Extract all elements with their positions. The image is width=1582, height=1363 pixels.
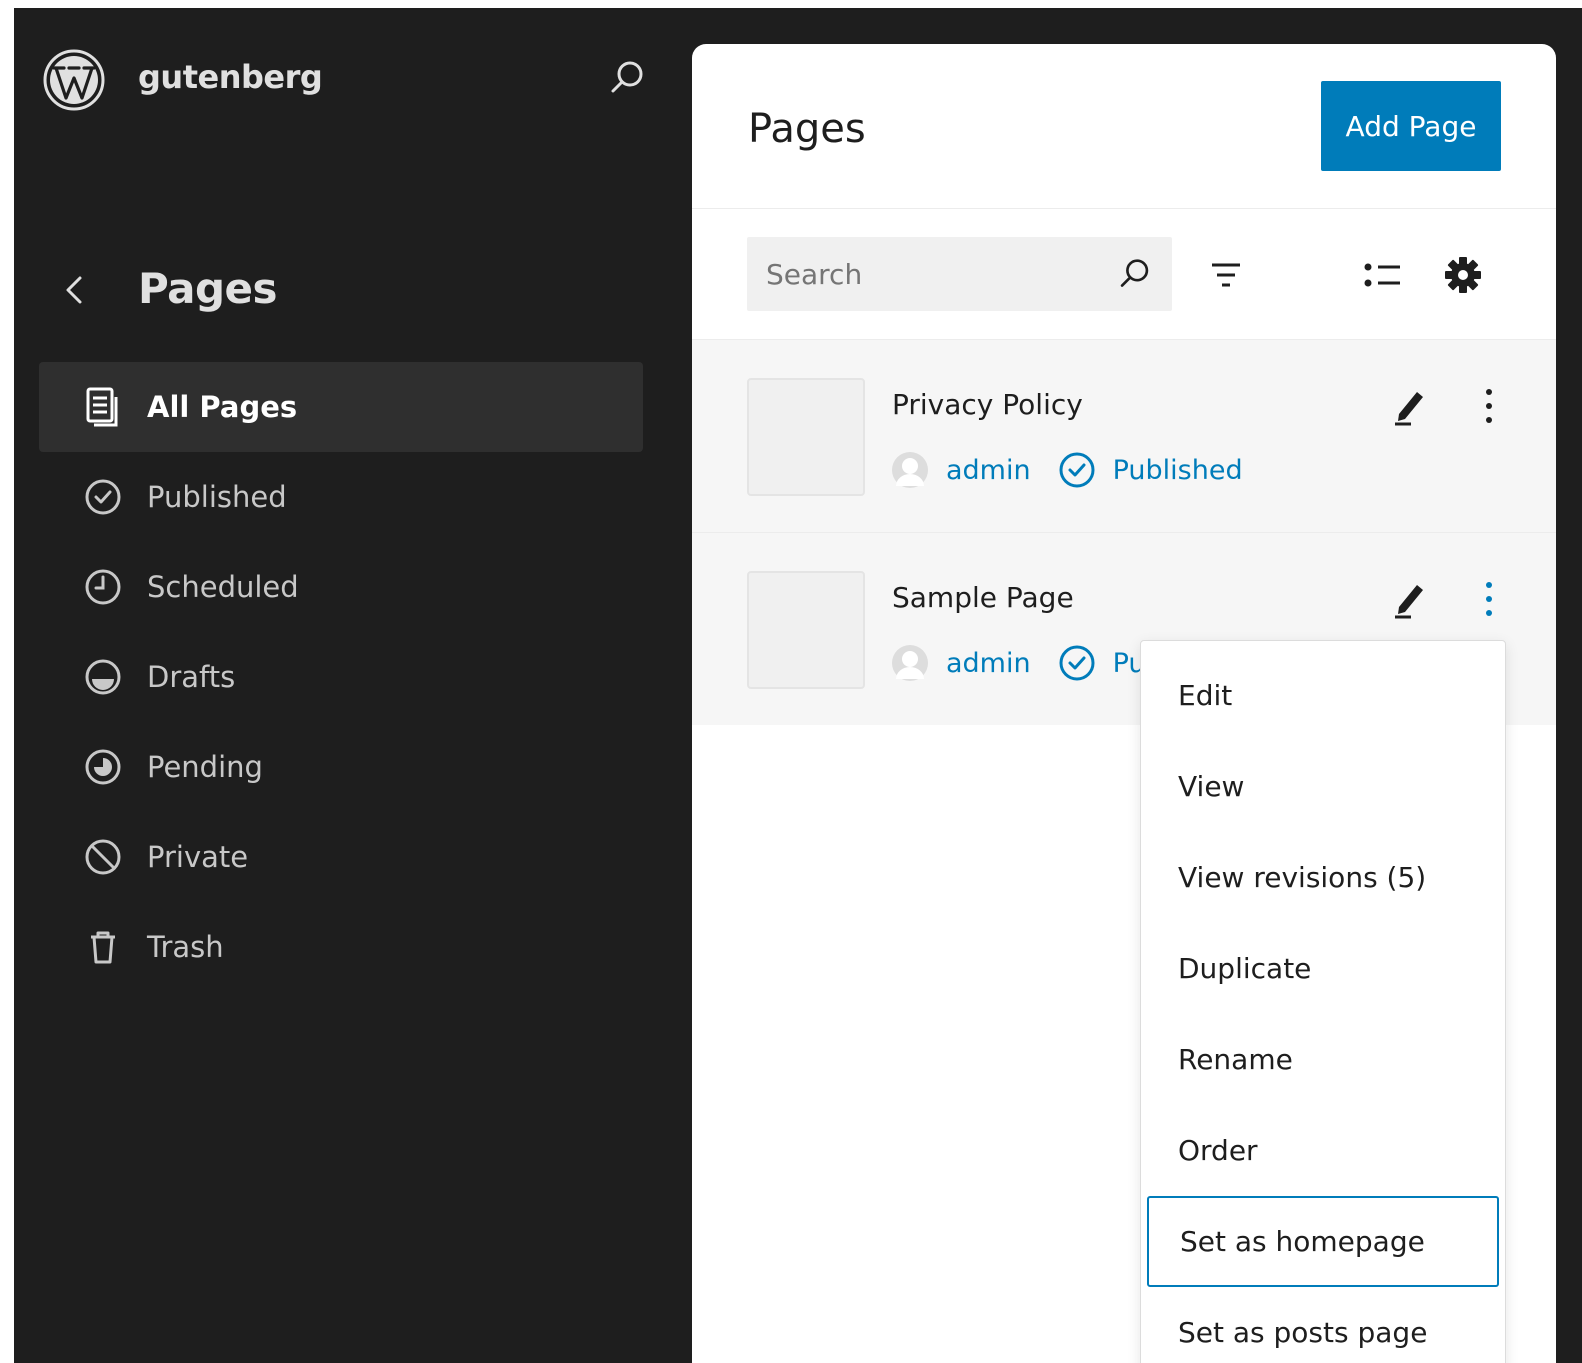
page-thumbnail[interactable] <box>747 378 865 496</box>
menu-item-edit[interactable]: Edit <box>1147 650 1499 741</box>
author-link[interactable]: admin <box>946 648 1031 679</box>
author-link[interactable]: admin <box>946 455 1031 486</box>
published-icon <box>81 475 125 519</box>
menu-item-rename[interactable]: Rename <box>1147 1014 1499 1105</box>
page-meta: admin Published <box>892 450 1243 490</box>
search-input[interactable] <box>747 237 1115 311</box>
pending-icon <box>81 745 125 789</box>
sidebar-item-label: Trash <box>147 930 224 964</box>
menu-item-set-as-homepage[interactable]: Set as homepage <box>1147 1196 1499 1287</box>
table-row[interactable]: Privacy Policy admin Published <box>692 339 1556 532</box>
pages-icon <box>81 385 125 429</box>
sidebar-item-trash[interactable]: Trash <box>39 902 643 992</box>
scheduled-icon <box>81 565 125 609</box>
sidebar-item-scheduled[interactable]: Scheduled <box>39 542 643 632</box>
gear-icon[interactable] <box>1441 253 1485 297</box>
back-chevron-icon[interactable] <box>62 270 86 310</box>
menu-item-set-as-posts-page[interactable]: Set as posts page <box>1147 1287 1499 1363</box>
avatar-icon <box>892 452 928 488</box>
private-icon <box>81 835 125 879</box>
sidebar-item-label: Drafts <box>147 660 236 694</box>
sidebar-item-private[interactable]: Private <box>39 812 643 902</box>
add-page-button[interactable]: Add Page <box>1321 81 1501 171</box>
sidebar-item-label: Private <box>147 840 249 874</box>
sidebar-item-drafts[interactable]: Drafts <box>39 632 643 722</box>
more-vertical-icon[interactable] <box>1467 384 1511 428</box>
row-actions-menu: Edit View View revisions (5) Duplicate R… <box>1140 640 1506 1363</box>
sidebar-item-pending[interactable]: Pending <box>39 722 643 812</box>
published-icon <box>1059 645 1095 681</box>
sidebar-item-label: Published <box>147 480 287 514</box>
sidebar: gutenberg Pages All Pages Published Sche… <box>14 8 692 1363</box>
sidebar-item-label: All Pages <box>147 390 298 424</box>
filter-icon[interactable] <box>1204 253 1248 297</box>
avatar-icon <box>892 645 928 681</box>
sidebar-item-all-pages[interactable]: All Pages <box>39 362 643 452</box>
sidebar-title: Pages <box>138 264 278 313</box>
list-view-icon[interactable] <box>1360 253 1404 297</box>
app-frame: gutenberg Pages All Pages Published Sche… <box>14 8 1582 1363</box>
wordpress-logo-icon[interactable] <box>42 48 106 112</box>
sidebar-item-published[interactable]: Published <box>39 452 643 542</box>
sidebar-item-label: Scheduled <box>147 570 299 604</box>
sidebar-item-label: Pending <box>147 750 263 784</box>
status-label[interactable]: Published <box>1113 455 1243 486</box>
sidebar-nav: All Pages Published Scheduled Drafts Pen… <box>39 362 643 992</box>
search-icon[interactable] <box>1115 252 1154 296</box>
search-icon[interactable] <box>608 58 648 98</box>
published-icon <box>1059 452 1095 488</box>
menu-item-order[interactable]: Order <box>1147 1105 1499 1196</box>
trash-icon <box>81 925 125 969</box>
page-title: Pages <box>748 106 866 152</box>
drafts-icon <box>81 655 125 699</box>
search-box <box>747 237 1172 311</box>
page-thumbnail[interactable] <box>747 571 865 689</box>
more-vertical-icon[interactable] <box>1467 577 1511 621</box>
site-name[interactable]: gutenberg <box>138 58 323 96</box>
menu-item-duplicate[interactable]: Duplicate <box>1147 923 1499 1014</box>
menu-item-view[interactable]: View <box>1147 741 1499 832</box>
menu-item-view-revisions[interactable]: View revisions (5) <box>1147 832 1499 923</box>
toolbar <box>692 209 1556 339</box>
page-title-link[interactable]: Privacy Policy <box>892 388 1083 421</box>
pencil-icon[interactable] <box>1387 384 1431 428</box>
page-title-link[interactable]: Sample Page <box>892 581 1074 614</box>
main-header: Pages Add Page <box>692 44 1556 209</box>
pencil-icon[interactable] <box>1387 577 1431 621</box>
